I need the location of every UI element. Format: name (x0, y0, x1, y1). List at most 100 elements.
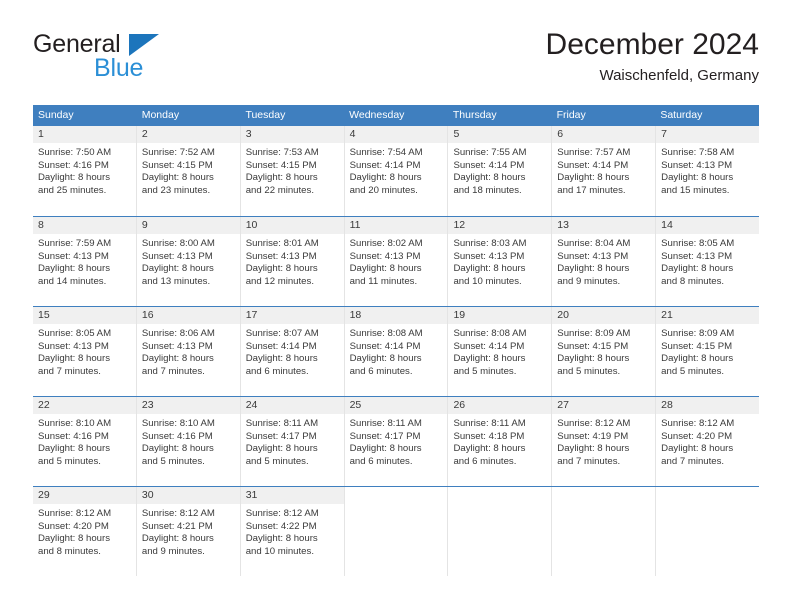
day-cell[interactable]: 29 Sunrise: 8:12 AM Sunset: 4:20 PM Dayligh… (33, 487, 136, 576)
day-sun-info: Sunrise: 8:09 AM Sunset: 4:15 PM Daylight:… (656, 324, 759, 378)
day-cell[interactable]: 31 Sunrise: 8:12 AM Sunset: 4:22 PM Dayligh… (239, 487, 344, 576)
sunset-time: Sunset: 4:13 PM (349, 250, 421, 262)
day-sun-info: Sunrise: 8:05 AM Sunset: 4:13 PM Daylight:… (656, 234, 759, 288)
sunrise-time: Sunrise: 8:06 AM (141, 328, 215, 339)
day-cell[interactable]: 5 Sunrise: 7:55 AM Sunset: 4:14 PM Daylight… (447, 126, 552, 216)
day-cell[interactable]: 17 Sunrise: 8:07 AM Sunset: 4:14 PM Dayligh… (239, 307, 344, 396)
day-sun-info: Sunrise: 8:05 AM Sunset: 4:13 PM Daylight:… (33, 324, 136, 378)
sunrise-time: Sunrise: 7:57 AM (557, 147, 631, 158)
day-sun-info (448, 504, 551, 508)
day-cell[interactable]: 10 Sunrise: 8:01 AM Sunset: 4:13 PM Dayligh… (239, 217, 344, 306)
sunset-time: Sunset: 4:19 PM (557, 430, 629, 442)
day-cell[interactable]: 20 Sunrise: 8:09 AM Sunset: 4:15 PM Dayligh… (551, 307, 656, 396)
day-cell[interactable]: 22 Sunrise: 8:10 AM Sunset: 4:16 PM Dayligh… (33, 397, 136, 486)
day-cell[interactable]: 14 Sunrise: 8:05 AM Sunset: 4:13 PM Dayligh… (655, 217, 760, 306)
day-cell[interactable]: 2 Sunrise: 7:52 AM Sunset: 4:15 PM Daylight… (135, 126, 240, 216)
general-blue-logo[interactable]: General Blue (33, 32, 253, 92)
day-number: 30 (136, 487, 240, 504)
sunrise-time: Sunrise: 7:55 AM (453, 147, 527, 158)
day-cell[interactable]: 23 Sunrise: 8:10 AM Sunset: 4:16 PM Dayligh… (135, 397, 240, 486)
day-sun-info: Sunrise: 7:59 AM Sunset: 4:13 PM Daylight:… (33, 234, 136, 288)
day-sun-info: Sunrise: 8:10 AM Sunset: 4:16 PM Daylight:… (33, 414, 136, 468)
daylight-line-2: and 7 minutes. (141, 365, 205, 377)
sunset-time: Sunset: 4:13 PM (38, 250, 109, 262)
day-cell[interactable]: 8 Sunrise: 7:59 AM Sunset: 4:13 PM Daylight… (33, 217, 136, 306)
day-cell[interactable]: 11 Sunrise: 8:02 AM Sunset: 4:13 PM Dayligh… (343, 217, 448, 306)
day-cell[interactable]: 4 Sunrise: 7:54 AM Sunset: 4:14 PM Daylight… (343, 126, 448, 216)
daylight-line-2: and 5 minutes. (38, 455, 101, 467)
sunrise-time: Sunrise: 8:05 AM (38, 328, 112, 339)
daylight-line-2: and 8 minutes. (38, 545, 101, 557)
calendar-page: General Blue December 2024 Waischenfeld,… (0, 0, 792, 612)
daylight-line-1: Daylight: 8 hours (38, 263, 110, 275)
daylight-line-1: Daylight: 8 hours (453, 443, 526, 455)
day-number: 28 (656, 397, 760, 414)
day-cell[interactable]: 24 Sunrise: 8:11 AM Sunset: 4:17 PM Dayligh… (239, 397, 344, 486)
daylight-line-2: and 23 minutes. (141, 184, 211, 196)
daylight-line-1: Daylight: 8 hours (245, 353, 318, 365)
daylight-line-2: and 8 minutes. (661, 275, 725, 287)
daylight-line-2: and 5 minutes. (453, 365, 517, 377)
daylight-line-1: Daylight: 8 hours (349, 263, 422, 275)
daylight-line-2: and 5 minutes. (141, 455, 205, 467)
day-cell[interactable]: 12 Sunrise: 8:03 AM Sunset: 4:13 PM Dayligh… (447, 217, 552, 306)
day-cell[interactable]: 27 Sunrise: 8:12 AM Sunset: 4:19 PM Dayligh… (551, 397, 656, 486)
day-sun-info: Sunrise: 8:11 AM Sunset: 4:17 PM Daylight:… (345, 414, 448, 468)
sunrise-time: Sunrise: 7:54 AM (349, 147, 423, 158)
daylight-line-2: and 9 minutes. (557, 275, 621, 287)
day-sun-info: Sunrise: 7:57 AM Sunset: 4:14 PM Daylight:… (552, 143, 655, 197)
day-number: 1 (33, 126, 136, 143)
daylight-line-2: and 6 minutes. (245, 365, 309, 377)
daylight-line-2: and 20 minutes. (349, 184, 418, 196)
sunset-time: Sunset: 4:15 PM (141, 159, 213, 171)
day-cell[interactable]: 9 Sunrise: 8:00 AM Sunset: 4:13 PM Daylight… (135, 217, 240, 306)
day-sun-info: Sunrise: 7:58 AM Sunset: 4:13 PM Daylight:… (656, 143, 759, 197)
sunset-time: Sunset: 4:13 PM (141, 340, 213, 352)
daylight-line-2: and 6 minutes. (453, 455, 517, 467)
daylight-line-1: Daylight: 8 hours (245, 533, 318, 545)
day-cell[interactable]: 15 Sunrise: 8:05 AM Sunset: 4:13 PM Dayligh… (33, 307, 136, 396)
calendar-grid: Sunday Monday Tuesday Wednesday Thursday Frid… (33, 105, 760, 576)
sunset-time: Sunset: 4:14 PM (349, 159, 421, 171)
calendar-week-row: 15 Sunrise: 8:05 AM Sunset: 4:13 PM Dayligh… (33, 306, 760, 396)
day-cell[interactable]: 25 Sunrise: 8:11 AM Sunset: 4:17 PM Dayligh… (343, 397, 448, 486)
day-cell[interactable]: 19 Sunrise: 8:08 AM Sunset: 4:14 PM Dayligh… (447, 307, 552, 396)
day-cell[interactable]: 7 Sunrise: 7:58 AM Sunset: 4:13 PM Daylight… (655, 126, 760, 216)
calendar-week-row: 8 Sunrise: 7:59 AM Sunset: 4:13 PM Daylight… (33, 216, 760, 306)
day-cell[interactable]: 21 Sunrise: 8:09 AM Sunset: 4:15 PM Dayligh… (655, 307, 760, 396)
sunset-time: Sunset: 4:15 PM (557, 340, 629, 352)
daylight-line-1: Daylight: 8 hours (245, 263, 318, 275)
day-sun-info: Sunrise: 8:08 AM Sunset: 4:14 PM Daylight:… (448, 324, 551, 378)
day-number: 19 (448, 307, 552, 324)
sunset-time: Sunset: 4:22 PM (245, 520, 317, 532)
day-sun-info: Sunrise: 8:09 AM Sunset: 4:15 PM Daylight:… (552, 324, 655, 378)
day-number: 11 (344, 217, 448, 234)
day-number: 26 (448, 397, 552, 414)
sunset-time: Sunset: 4:14 PM (453, 159, 525, 171)
day-cell[interactable]: 1 Sunrise: 7:50 AM Sunset: 4:16 PM Daylight… (33, 126, 136, 216)
page-header: General Blue December 2024 Waischenfeld,… (33, 28, 759, 98)
daylight-line-1: Daylight: 8 hours (661, 263, 734, 275)
day-number: 25 (344, 397, 448, 414)
title-block: December 2024 Waischenfeld, Germany (546, 28, 759, 85)
sunset-time: Sunset: 4:14 PM (349, 340, 421, 352)
sunrise-time: Sunrise: 8:09 AM (557, 328, 631, 339)
sunrise-time: Sunrise: 8:11 AM (245, 418, 319, 429)
day-cell[interactable]: 6 Sunrise: 7:57 AM Sunset: 4:14 PM Daylight… (551, 126, 656, 216)
day-cell[interactable]: 26 Sunrise: 8:11 AM Sunset: 4:18 PM Dayligh… (447, 397, 552, 486)
day-number: 20 (552, 307, 656, 324)
day-cell[interactable]: 30 Sunrise: 8:12 AM Sunset: 4:21 PM Dayligh… (135, 487, 240, 576)
sunrise-time: Sunrise: 7:58 AM (661, 147, 735, 158)
day-cell[interactable]: 18 Sunrise: 8:08 AM Sunset: 4:14 PM Dayligh… (343, 307, 448, 396)
day-cell[interactable]: 28 Sunrise: 8:12 AM Sunset: 4:20 PM Dayligh… (655, 397, 760, 486)
sunrise-time: Sunrise: 8:11 AM (453, 418, 526, 429)
day-number: 12 (448, 217, 552, 234)
day-cell[interactable]: 3 Sunrise: 7:53 AM Sunset: 4:15 PM Daylight… (239, 126, 344, 216)
daylight-line-1: Daylight: 8 hours (453, 172, 526, 184)
sunset-time: Sunset: 4:13 PM (557, 250, 629, 262)
daylight-line-1: Daylight: 8 hours (245, 443, 318, 455)
sunset-time: Sunset: 4:16 PM (141, 430, 213, 442)
day-cell[interactable]: 16 Sunrise: 8:06 AM Sunset: 4:13 PM Dayligh… (135, 307, 240, 396)
sunrise-time: Sunrise: 8:10 AM (38, 418, 112, 429)
day-cell[interactable]: 13 Sunrise: 8:04 AM Sunset: 4:13 PM Dayligh… (551, 217, 656, 306)
